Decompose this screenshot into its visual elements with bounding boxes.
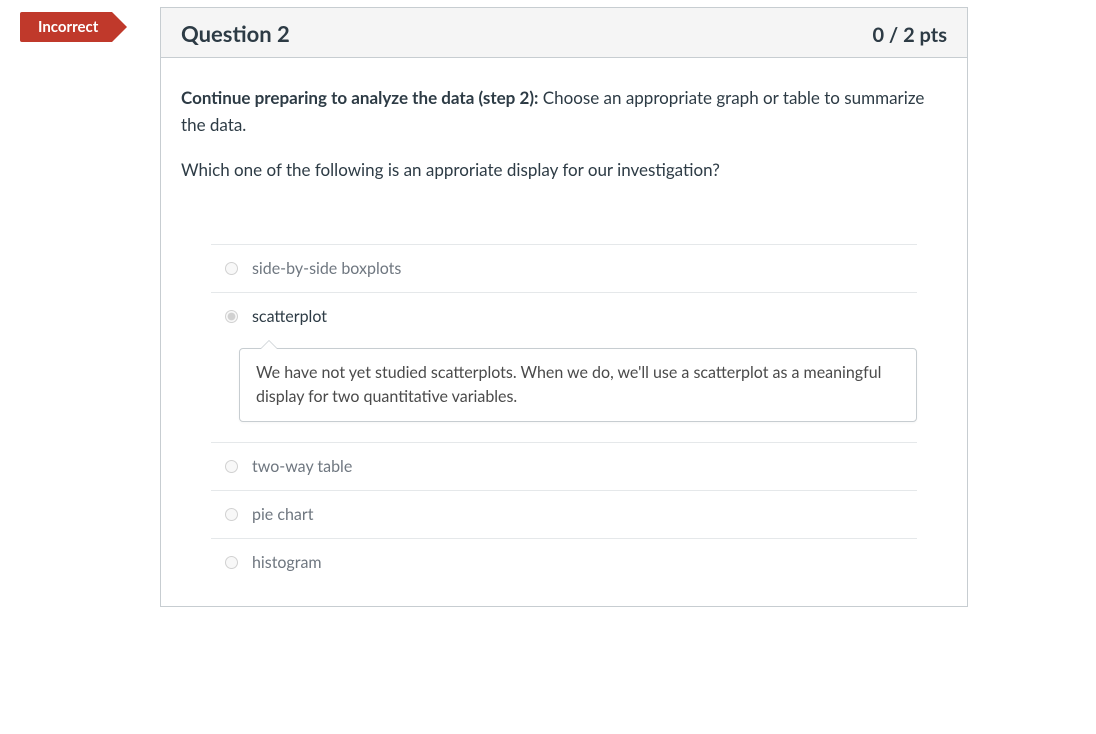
feedback-container: We have not yet studied scatterplots. Wh… [211,340,917,443]
question-title: Question 2 [181,20,290,47]
card-body: Continue preparing to analyze the data (… [161,58,967,606]
answer-label: histogram [252,553,322,572]
radio-input[interactable] [225,262,238,275]
answer-label: two-way table [252,457,352,476]
answer-list: side-by-side boxplots scatterplot [211,244,917,340]
answer-option[interactable]: histogram [211,538,917,586]
question-prompt: Continue preparing to analyze the data (… [181,84,947,184]
radio-input[interactable] [225,556,238,569]
answer-option[interactable]: scatterplot [211,292,917,340]
answer-option[interactable]: two-way table [211,443,917,490]
answer-feedback: We have not yet studied scatterplots. Wh… [239,348,917,422]
radio-input[interactable] [225,508,238,521]
answer-option[interactable]: pie chart [211,490,917,538]
question-points: 0 / 2 pts [872,23,947,47]
answer-label: pie chart [252,505,313,524]
card-header: Question 2 0 / 2 pts [161,8,967,58]
prompt-lead: Continue preparing to analyze the data (… [181,87,538,108]
answer-label: scatterplot [252,307,327,326]
question-card: Question 2 0 / 2 pts Continue preparing … [160,7,968,607]
radio-input[interactable] [225,460,238,473]
answer-option[interactable]: side-by-side boxplots [211,244,917,292]
radio-input[interactable] [225,310,238,323]
prompt-line2: Which one of the following is an approri… [181,156,947,183]
answer-label: side-by-side boxplots [252,259,401,278]
answer-list-continued: two-way table pie chart histogram [211,443,917,586]
status-badge: Incorrect [20,12,112,42]
